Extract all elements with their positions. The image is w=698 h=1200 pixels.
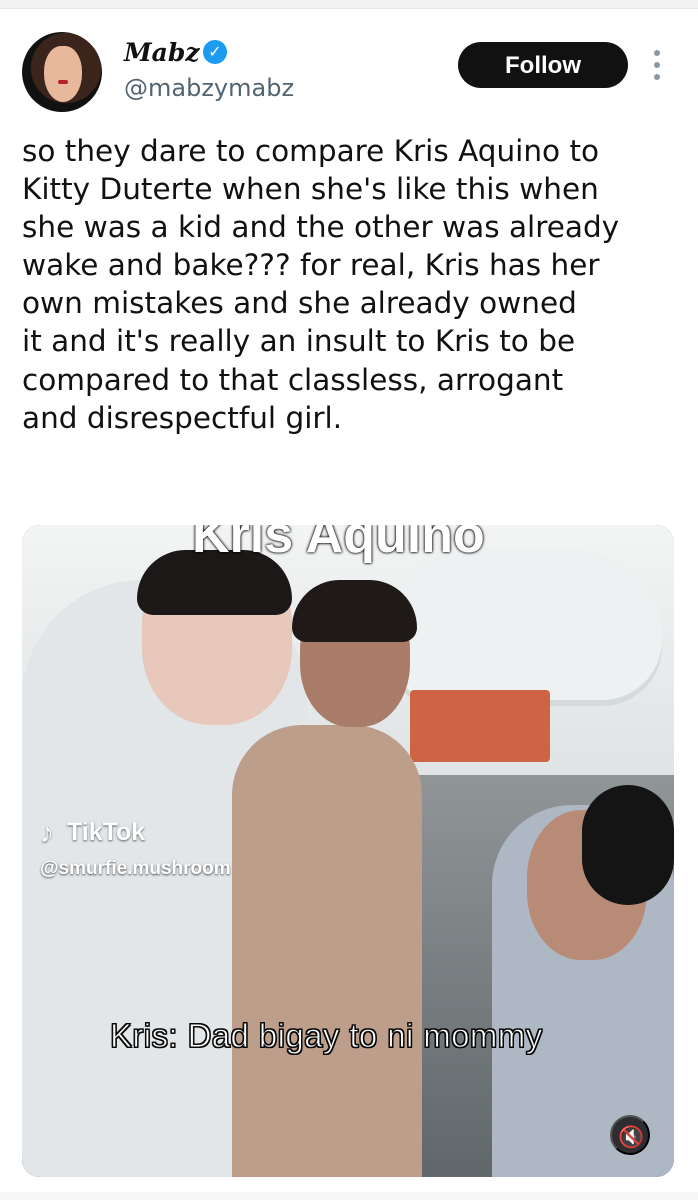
more-vertical-icon[interactable] — [650, 50, 664, 86]
tweet-text: so they dare to compare Kris Aquino to K… — [22, 134, 620, 435]
avatar-lips — [58, 80, 68, 84]
tweet-header: Mabz ✓ @mabzymabz Follow — [22, 32, 678, 112]
tiktok-watermark: ♪ TikTok — [40, 817, 220, 857]
airplane-shape — [382, 550, 662, 700]
video-overlay-title: Kris Aquino — [192, 525, 485, 564]
child-hair — [582, 785, 674, 905]
tiktok-icon: ♪ — [40, 817, 54, 848]
more-dot — [654, 74, 660, 80]
verified-badge-icon: ✓ — [203, 40, 227, 64]
video-media[interactable]: Kris Aquino ♪ TikTok @smurfie.mushroom K… — [22, 525, 674, 1177]
woman-figure — [232, 725, 422, 1177]
top-separator — [0, 0, 698, 9]
user-handle[interactable]: @mabzymabz — [124, 74, 294, 102]
avatar[interactable] — [22, 32, 102, 112]
tiktok-brand: TikTok — [66, 818, 146, 846]
bottom-separator — [0, 1192, 698, 1200]
more-dot — [654, 50, 660, 56]
mute-button[interactable]: 🔇 — [610, 1115, 650, 1155]
woman-hair — [292, 580, 417, 642]
avatar-face — [44, 46, 82, 102]
follow-button[interactable]: Follow — [458, 42, 628, 88]
video-subtitle: Kris: Dad bigay to ni mommy — [110, 1017, 543, 1055]
tiktok-username: @smurfie.mushroom — [40, 858, 231, 879]
truck-shape — [410, 690, 550, 762]
display-name[interactable]: Mabz — [124, 38, 200, 67]
more-dot — [654, 62, 660, 68]
